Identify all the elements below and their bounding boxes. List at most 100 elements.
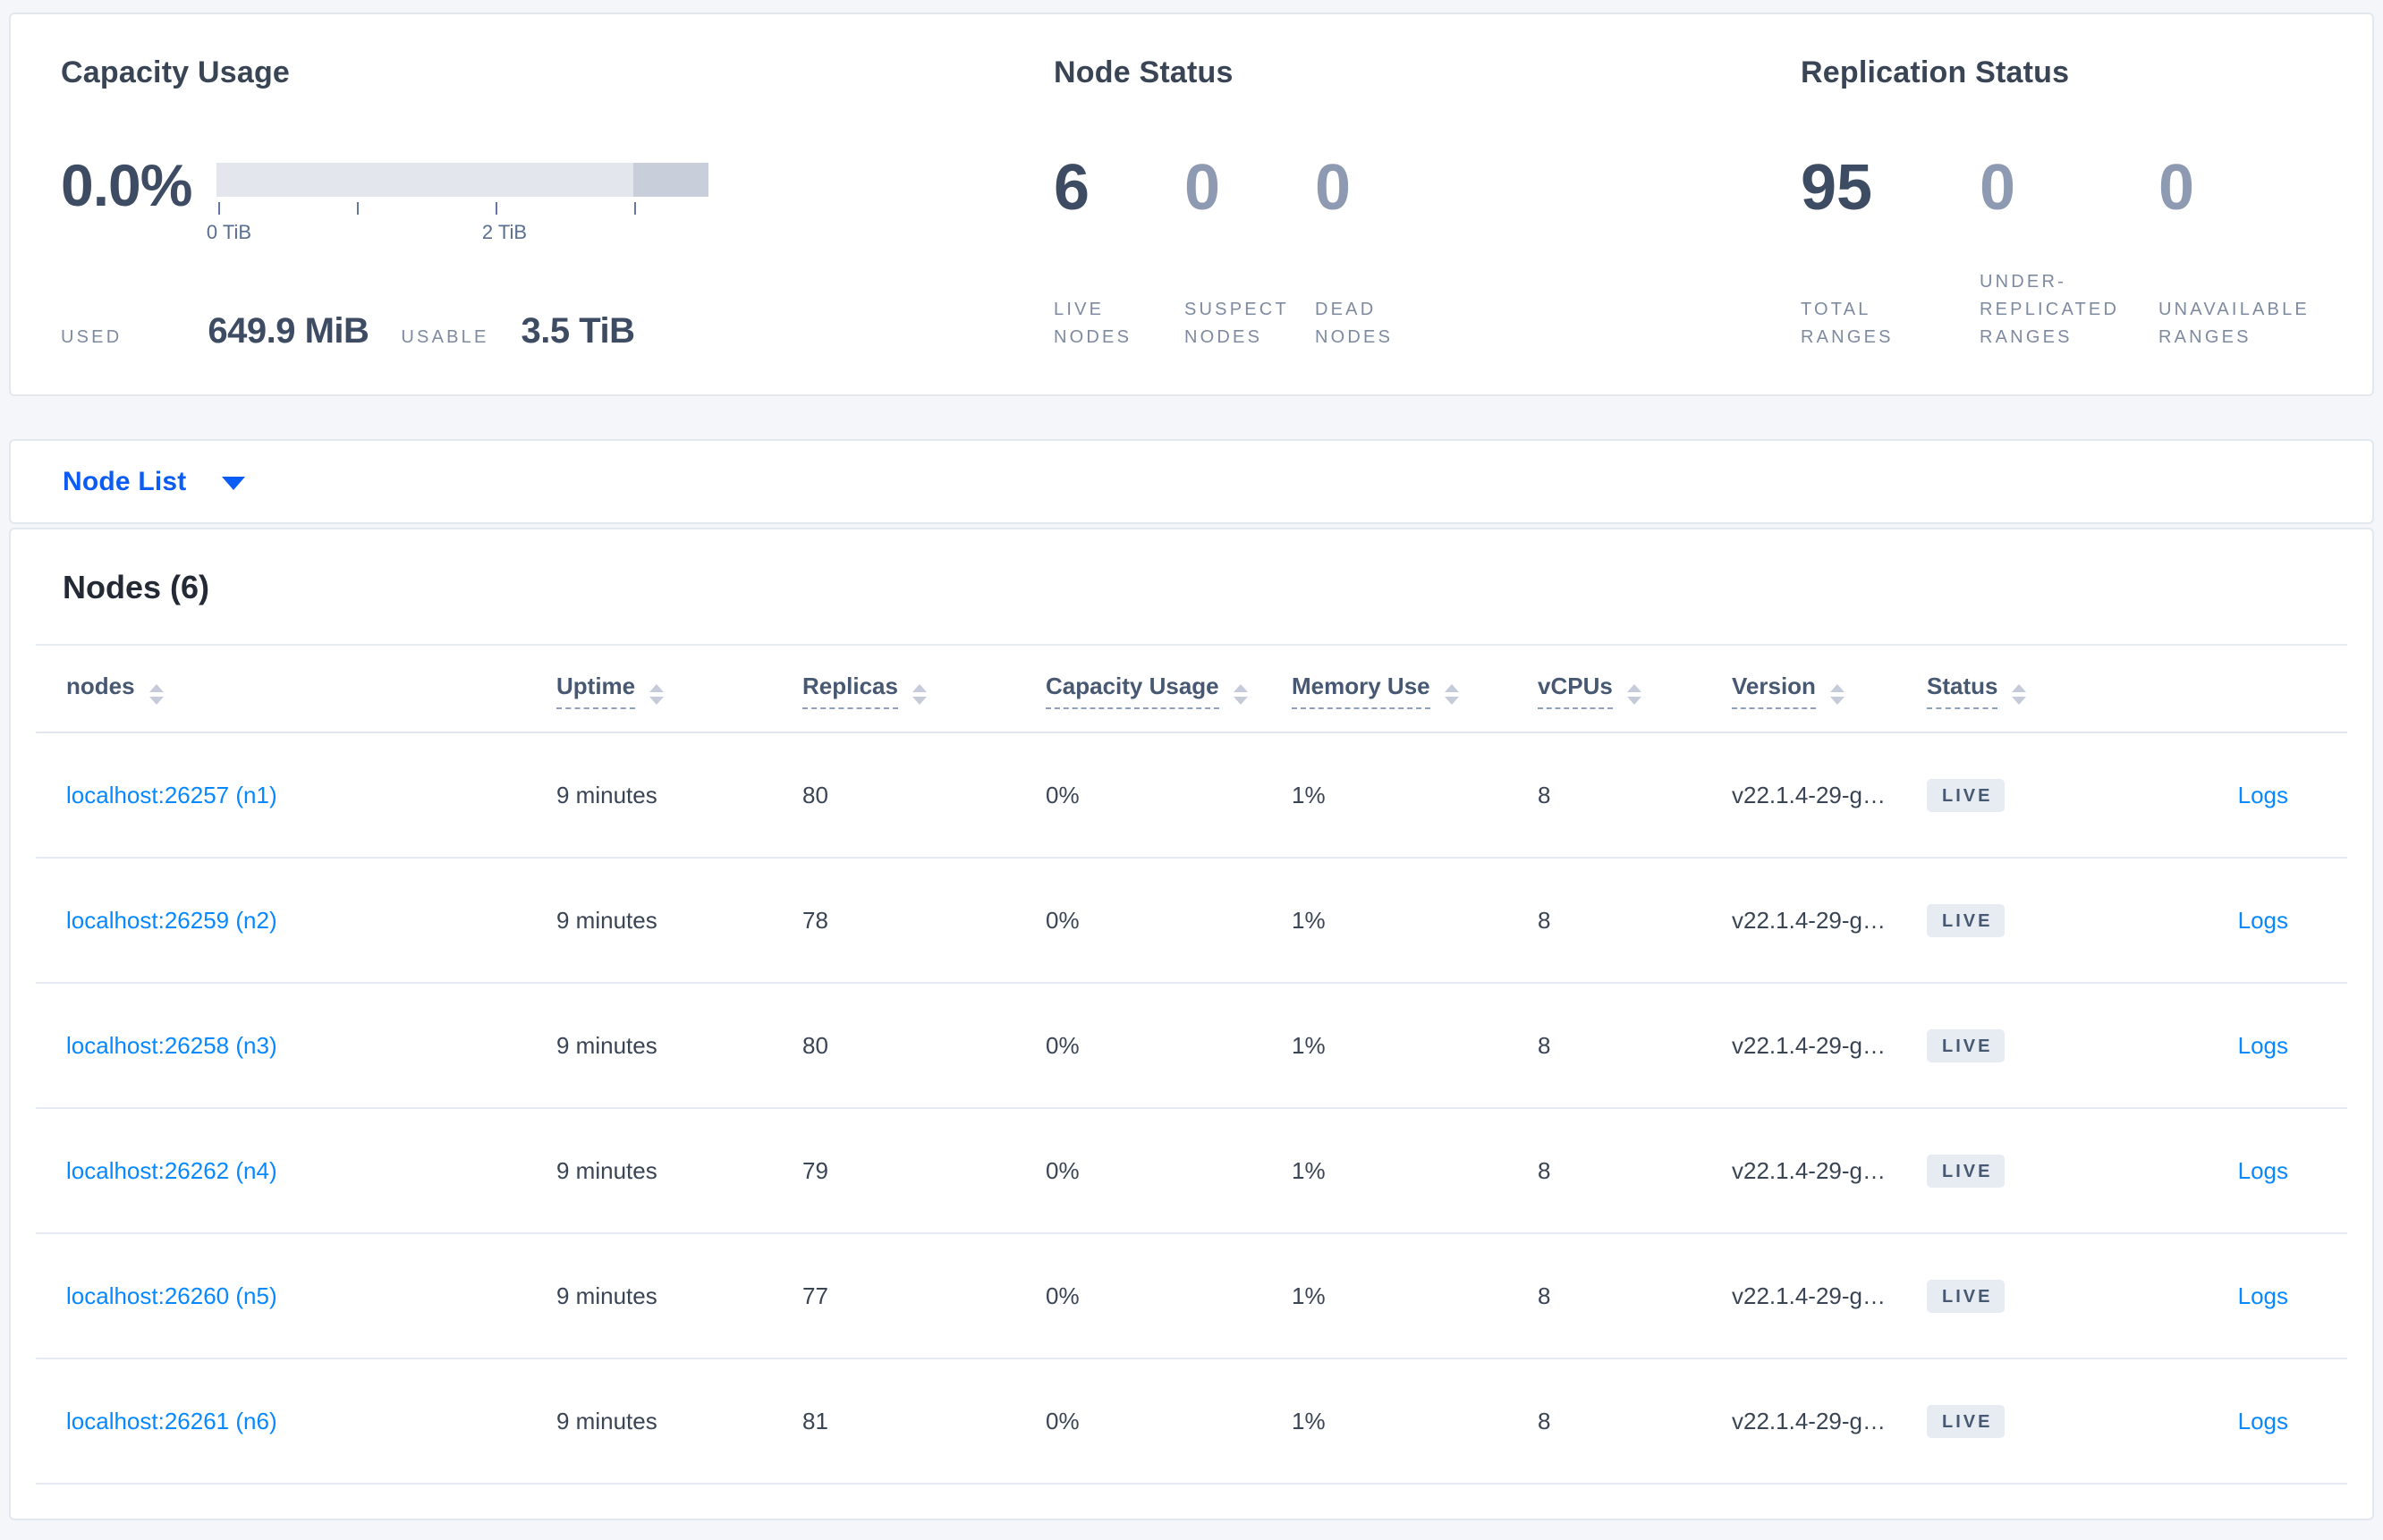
column-header-nodes[interactable]: nodes <box>66 673 556 705</box>
unavailable-ranges-label: UNAVAILABLE RANGES <box>2158 300 2310 347</box>
logs-link[interactable]: Logs <box>2238 907 2288 934</box>
vcpus-cell: 8 <box>1538 1031 1551 1059</box>
under-replicated-ranges-value: 0 <box>1980 152 2016 224</box>
usable-label: USABLE <box>401 327 489 347</box>
memory-cell: 1% <box>1292 1156 1326 1184</box>
vcpus-cell: 8 <box>1538 1407 1551 1434</box>
unavailable-ranges-stat: 0 UNAVAILABLE RANGES <box>2158 156 2337 351</box>
uptime-cell: 9 minutes <box>556 781 657 808</box>
table-row: localhost:26262 (n4) 9 minutes 79 0% 1% … <box>36 1109 2347 1234</box>
column-header-memory-use[interactable]: Memory Use <box>1292 673 1538 709</box>
vcpus-cell: 8 <box>1538 1156 1551 1184</box>
usable-value: 3.5 TiB <box>521 311 635 351</box>
replicas-cell: 79 <box>802 1156 828 1184</box>
total-ranges-label: TOTAL RANGES <box>1801 300 1894 347</box>
capacity-cell: 0% <box>1046 906 1080 934</box>
under-replicated-ranges-label: UNDER-REPLICATED RANGES <box>1980 272 2120 347</box>
capacity-usage-panel: Capacity Usage 0.0% 0 TiB 2 TiB USED 649… <box>61 54 1054 394</box>
replicas-cell: 81 <box>802 1407 828 1434</box>
replicas-cell: 80 <box>802 1031 828 1059</box>
capacity-bar-chart: 0 TiB 2 TiB <box>207 156 708 246</box>
node-link[interactable]: localhost:26260 (n5) <box>66 1282 277 1309</box>
used-value: 649.9 MiB <box>208 311 369 351</box>
live-nodes-stat: 6 LIVE NODES <box>1054 156 1184 351</box>
uptime-cell: 9 minutes <box>556 1407 657 1434</box>
sort-icon <box>1829 684 1844 705</box>
under-replicated-ranges-stat: 0 UNDER-REPLICATED RANGES <box>1980 156 2158 351</box>
node-link[interactable]: localhost:26258 (n3) <box>66 1032 277 1059</box>
version-cell: v22.1.4-29-g… <box>1732 1407 1886 1434</box>
nodes-table-card: Nodes (6) nodes Uptime Replicas Capacity… <box>9 528 2374 1520</box>
memory-cell: 1% <box>1292 1407 1326 1434</box>
sort-icon <box>2012 684 2027 705</box>
logs-link[interactable]: Logs <box>2238 782 2288 808</box>
axis-tick-label: 0 TiB <box>206 221 252 243</box>
used-label: USED <box>61 327 123 347</box>
logs-link[interactable]: Logs <box>2238 1157 2288 1184</box>
table-header-row: nodes Uptime Replicas Capacity Usage Mem… <box>36 644 2347 733</box>
sort-icon <box>1626 684 1641 705</box>
table-row: localhost:26258 (n3) 9 minutes 80 0% 1% … <box>36 984 2347 1109</box>
status-badge: LIVE <box>1927 1028 2006 1062</box>
capacity-bar-highlight-segment <box>633 163 708 197</box>
capacity-cell: 0% <box>1046 781 1080 808</box>
column-header-status[interactable]: Status <box>1927 673 2141 709</box>
nodes-section-title: Nodes (6) <box>63 569 210 605</box>
capacity-cell: 0% <box>1046 1031 1080 1059</box>
sort-icon <box>649 684 665 705</box>
node-link[interactable]: localhost:26259 (n2) <box>66 907 277 934</box>
column-header-vcpus[interactable]: vCPUs <box>1538 673 1732 709</box>
capacity-used-percent: 0.0% <box>61 152 192 218</box>
capacity-usage-title: Capacity Usage <box>61 55 291 89</box>
logs-link[interactable]: Logs <box>2238 1408 2288 1434</box>
axis-tick <box>218 202 220 215</box>
node-link[interactable]: localhost:26261 (n6) <box>66 1408 277 1434</box>
node-status-panel: Node Status 6 LIVE NODES 0 SUSPECT NODES… <box>1054 54 1801 394</box>
dead-nodes-value: 0 <box>1315 152 1352 224</box>
node-link[interactable]: localhost:26262 (n4) <box>66 1157 277 1184</box>
axis-tick <box>357 202 359 215</box>
column-header-uptime[interactable]: Uptime <box>556 673 802 709</box>
uptime-cell: 9 minutes <box>556 1156 657 1184</box>
sort-icon <box>1444 684 1459 705</box>
vcpus-cell: 8 <box>1538 906 1551 934</box>
memory-cell: 1% <box>1292 1031 1326 1059</box>
column-header-replicas[interactable]: Replicas <box>802 673 1046 709</box>
dead-nodes-label: DEAD NODES <box>1315 300 1394 347</box>
node-status-title: Node Status <box>1054 55 1234 89</box>
version-cell: v22.1.4-29-g… <box>1732 1031 1886 1059</box>
replication-status-panel: Replication Status 95 TOTAL RANGES 0 UND… <box>1801 54 2372 394</box>
cluster-summary-card: Capacity Usage 0.0% 0 TiB 2 TiB USED 649… <box>9 13 2374 396</box>
sort-icon <box>912 684 927 705</box>
uptime-cell: 9 minutes <box>556 906 657 934</box>
replication-status-title: Replication Status <box>1801 55 2070 89</box>
suspect-nodes-value: 0 <box>1184 152 1221 224</box>
suspect-nodes-label: SUSPECT NODES <box>1184 300 1289 347</box>
view-selector-bar: Node List <box>9 439 2374 524</box>
sort-icon <box>148 684 164 705</box>
memory-cell: 1% <box>1292 1282 1326 1309</box>
table-row: localhost:26259 (n2) 9 minutes 78 0% 1% … <box>36 859 2347 984</box>
node-link[interactable]: localhost:26257 (n1) <box>66 782 277 808</box>
capacity-bar <box>216 163 708 197</box>
status-badge: LIVE <box>1927 778 2006 812</box>
memory-cell: 1% <box>1292 906 1326 934</box>
vcpus-cell: 8 <box>1538 781 1551 808</box>
replicas-cell: 77 <box>802 1282 828 1309</box>
logs-link[interactable]: Logs <box>2238 1282 2288 1309</box>
axis-tick <box>496 202 497 215</box>
total-ranges-value: 95 <box>1801 152 1873 224</box>
uptime-cell: 9 minutes <box>556 1282 657 1309</box>
table-row: localhost:26261 (n6) 9 minutes 81 0% 1% … <box>36 1359 2347 1485</box>
logs-link[interactable]: Logs <box>2238 1032 2288 1059</box>
status-badge: LIVE <box>1927 1279 2006 1313</box>
column-header-version[interactable]: Version <box>1732 673 1927 709</box>
version-cell: v22.1.4-29-g… <box>1732 1156 1886 1184</box>
memory-cell: 1% <box>1292 781 1326 808</box>
version-cell: v22.1.4-29-g… <box>1732 906 1886 934</box>
node-list-dropdown[interactable]: Node List <box>63 467 186 497</box>
chevron-down-icon[interactable] <box>222 477 246 490</box>
total-ranges-stat: 95 TOTAL RANGES <box>1801 156 1980 351</box>
column-header-capacity-usage[interactable]: Capacity Usage <box>1046 673 1292 709</box>
status-badge: LIVE <box>1927 1404 2006 1438</box>
